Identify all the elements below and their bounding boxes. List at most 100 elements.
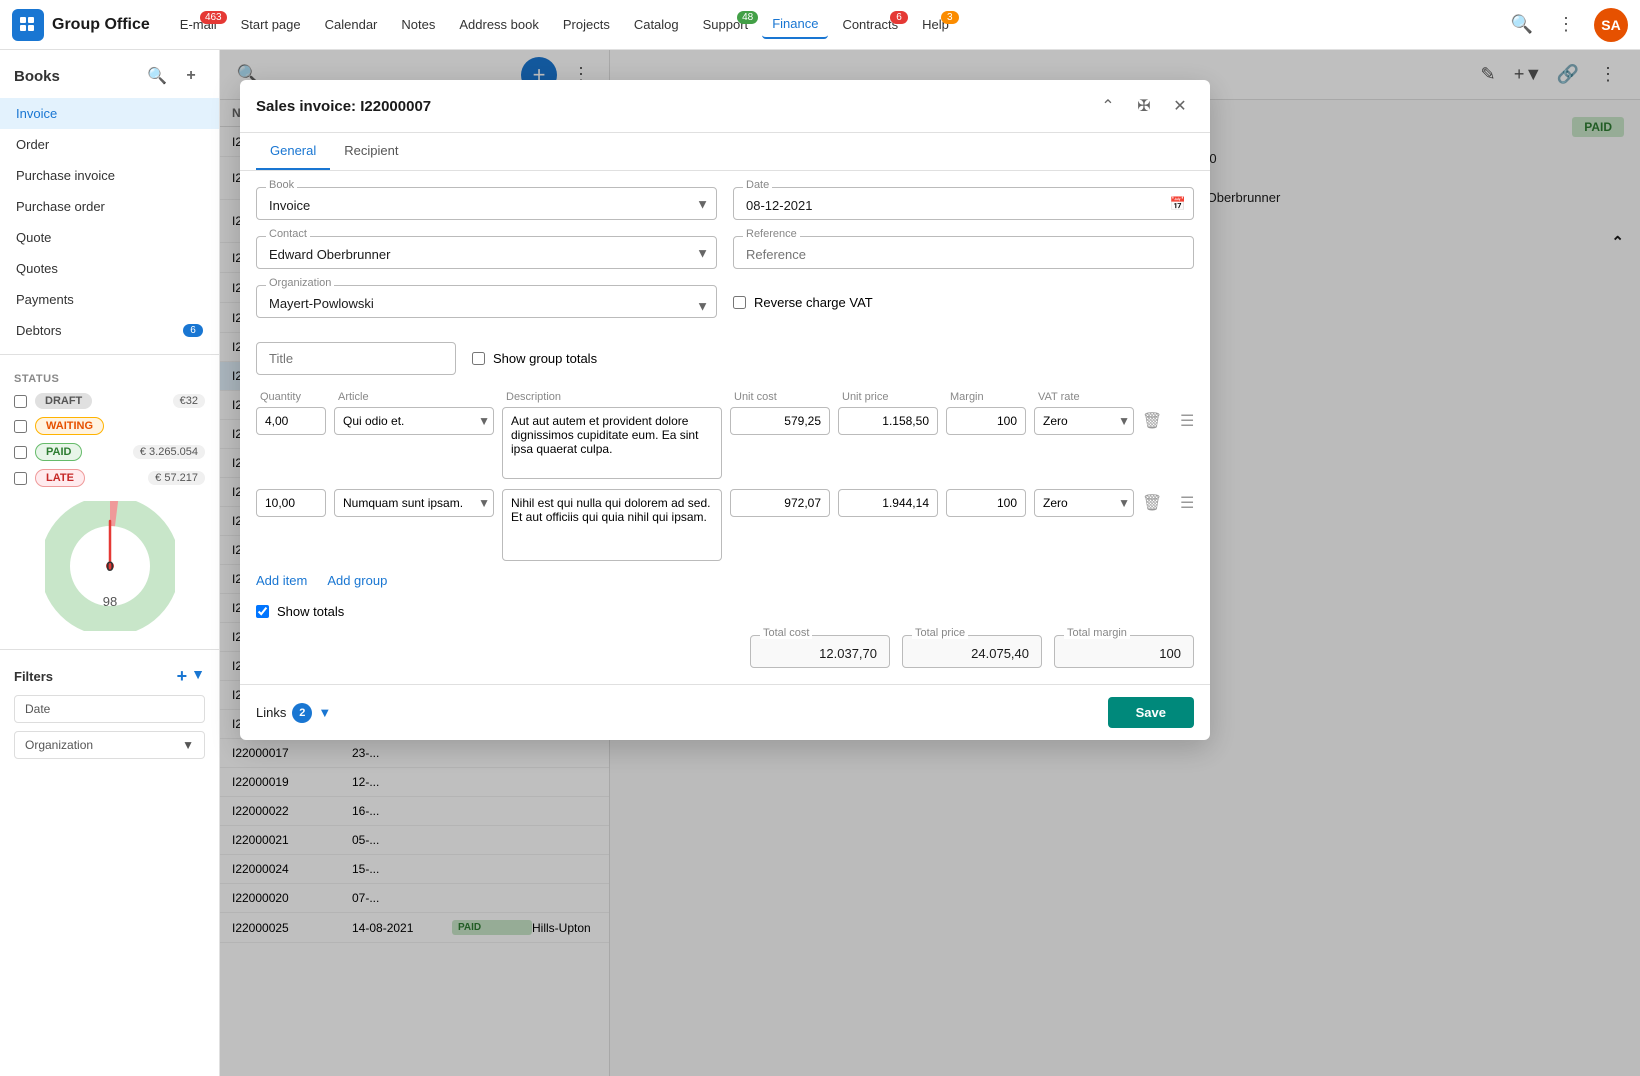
item2-article[interactable]: Numquam sunt ipsam.	[334, 489, 494, 517]
save-button[interactable]: Save	[1108, 697, 1194, 728]
nav-catalog[interactable]: Catalog	[624, 11, 689, 38]
sidebar-item-debtors[interactable]: Debtors 6	[0, 315, 219, 346]
book-select[interactable]: Invoice	[256, 187, 717, 220]
item1-margin[interactable]	[946, 407, 1026, 435]
nav-help[interactable]: Help 3	[912, 11, 959, 38]
modal-maximize-btn[interactable]: ✠	[1130, 92, 1158, 120]
date-input[interactable]	[733, 187, 1194, 220]
tab-general-label: General	[270, 143, 316, 158]
nav-startpage[interactable]: Start page	[231, 11, 311, 38]
item2-ucost[interactable]	[730, 489, 830, 517]
item1-uprice[interactable]	[838, 407, 938, 435]
grid-button[interactable]: ⋮	[1550, 9, 1582, 41]
item2-vat[interactable]: Zero	[1034, 489, 1134, 517]
links-count-badge: 2	[292, 703, 312, 723]
reference-input[interactable]	[733, 236, 1194, 269]
show-group-totals-checkbox[interactable]	[472, 352, 485, 365]
nav-projects[interactable]: Projects	[553, 11, 620, 38]
modal-overlay[interactable]: Sales invoice: I22000007 ⌃ ✠ ✕ General R…	[220, 50, 1640, 1076]
total-margin-input[interactable]	[1054, 635, 1194, 668]
item2-reorder[interactable]: ☰	[1180, 489, 1200, 513]
sidebar-item-invoice[interactable]: Invoice	[0, 98, 219, 129]
total-margin-label: Total margin	[1064, 627, 1130, 639]
filters-add-btn[interactable]: +	[177, 666, 188, 687]
item-row-2: Numquam sunt ipsam. ▼ Nihil est qui null…	[256, 489, 1194, 561]
item2-uprice[interactable]	[838, 489, 938, 517]
status-waiting-checkbox[interactable]	[14, 420, 27, 433]
sidebar-item-payments[interactable]: Payments	[0, 284, 219, 315]
nav-calendar[interactable]: Calendar	[315, 11, 388, 38]
filter-org-field[interactable]: Organization ▼	[14, 731, 205, 759]
item1-article[interactable]: Qui odio et.	[334, 407, 494, 435]
status-draft-row[interactable]: DRAFT €32	[0, 389, 219, 413]
status-waiting-row[interactable]: WAITING	[0, 413, 219, 439]
filters-chevron[interactable]: ▼	[191, 666, 205, 687]
item2-article-wrap: Numquam sunt ipsam. ▼	[334, 489, 494, 517]
status-paid-row[interactable]: PAID € 3.265.054	[0, 439, 219, 465]
item2-desc[interactable]: Nihil est qui nulla qui dolorem ad sed. …	[502, 489, 722, 561]
item1-reorder[interactable]: ☰	[1180, 407, 1200, 431]
app-logo[interactable]: Group Office	[12, 9, 150, 41]
calendar-icon[interactable]: 📅	[1170, 196, 1186, 212]
item1-qty[interactable]	[256, 407, 326, 435]
sidebar-item-purchase-order[interactable]: Purchase order	[0, 191, 219, 222]
sidebar-debtors-badge: 6	[183, 324, 203, 337]
nav-support[interactable]: Support 48	[693, 11, 759, 38]
links-expand-btn[interactable]: ▼	[318, 705, 331, 720]
app-name: Group Office	[52, 16, 150, 34]
modal-title: Sales invoice: I22000007	[256, 98, 1086, 115]
total-cost-input[interactable]	[750, 635, 890, 668]
total-price-input[interactable]	[902, 635, 1042, 668]
nav-email[interactable]: E-mail 463	[170, 11, 227, 38]
user-avatar[interactable]: SA	[1594, 8, 1628, 42]
status-draft-checkbox[interactable]	[14, 395, 27, 408]
status-paid-chip[interactable]: PAID	[35, 443, 82, 461]
nav-finance[interactable]: Finance	[762, 10, 828, 39]
status-section-label: Status	[0, 363, 219, 389]
nav-notes[interactable]: Notes	[391, 11, 445, 38]
nav-addressbook[interactable]: Address book	[449, 11, 549, 38]
status-late-row[interactable]: LATE € 57.217	[0, 465, 219, 491]
show-totals-checkbox[interactable]	[256, 605, 269, 618]
item2-delete[interactable]: 🗑	[1142, 489, 1172, 513]
item1-vat[interactable]: Zero	[1034, 407, 1134, 435]
status-draft-chip[interactable]: DRAFT	[35, 393, 92, 409]
tab-recipient[interactable]: Recipient	[330, 133, 412, 170]
item1-delete[interactable]: 🗑	[1142, 407, 1172, 431]
filter-date-field[interactable]: Date	[14, 695, 205, 723]
sidebar-item-quotes-label: Quotes	[16, 261, 58, 276]
search-button[interactable]: 🔍	[1506, 9, 1538, 41]
item2-margin[interactable]	[946, 489, 1026, 517]
item1-ucost[interactable]	[730, 407, 830, 435]
status-late-chip[interactable]: LATE	[35, 469, 85, 487]
contact-select[interactable]: Edward Oberbrunner	[256, 236, 717, 269]
item1-vat-wrap: Zero ▼	[1034, 407, 1134, 435]
modal-close-btn[interactable]: ✕	[1166, 92, 1194, 120]
top-navigation: Group Office E-mail 463 Start page Calen…	[0, 0, 1640, 50]
reverse-charge-field: Reverse charge VAT	[733, 285, 1194, 326]
sidebar-item-debtors-label: Debtors	[16, 323, 62, 338]
status-late-checkbox[interactable]	[14, 472, 27, 485]
item1-desc[interactable]: Aut aut autem et provident dolore dignis…	[502, 407, 722, 479]
col-qty: Quantity	[260, 391, 330, 403]
sidebar-item-purchase-invoice[interactable]: Purchase invoice	[0, 160, 219, 191]
org-select[interactable]: Mayert-Powlowski	[256, 285, 717, 318]
sidebar-item-quote[interactable]: Quote	[0, 222, 219, 253]
tab-general[interactable]: General	[256, 133, 330, 170]
reverse-charge-checkbox[interactable]	[733, 296, 746, 309]
status-waiting-chip[interactable]: WAITING	[35, 417, 104, 435]
sidebar-item-order[interactable]: Order	[0, 129, 219, 160]
title-input[interactable]	[256, 342, 456, 375]
status-paid-checkbox[interactable]	[14, 446, 27, 459]
modal-minimize-btn[interactable]: ⌃	[1094, 92, 1122, 120]
add-item-btn[interactable]: Add item	[256, 573, 307, 588]
nav-contracts[interactable]: Contracts 6	[832, 11, 908, 38]
sidebar-search-btn[interactable]: 🔍	[143, 62, 171, 90]
total-price-field: Total price	[902, 635, 1042, 668]
org-label: Organization	[266, 277, 334, 289]
sidebar-item-quotes[interactable]: Quotes	[0, 253, 219, 284]
sidebar-add-btn[interactable]: +	[177, 62, 205, 90]
item2-qty[interactable]	[256, 489, 326, 517]
add-group-btn[interactable]: Add group	[327, 573, 387, 588]
book-label: Book	[266, 179, 297, 191]
